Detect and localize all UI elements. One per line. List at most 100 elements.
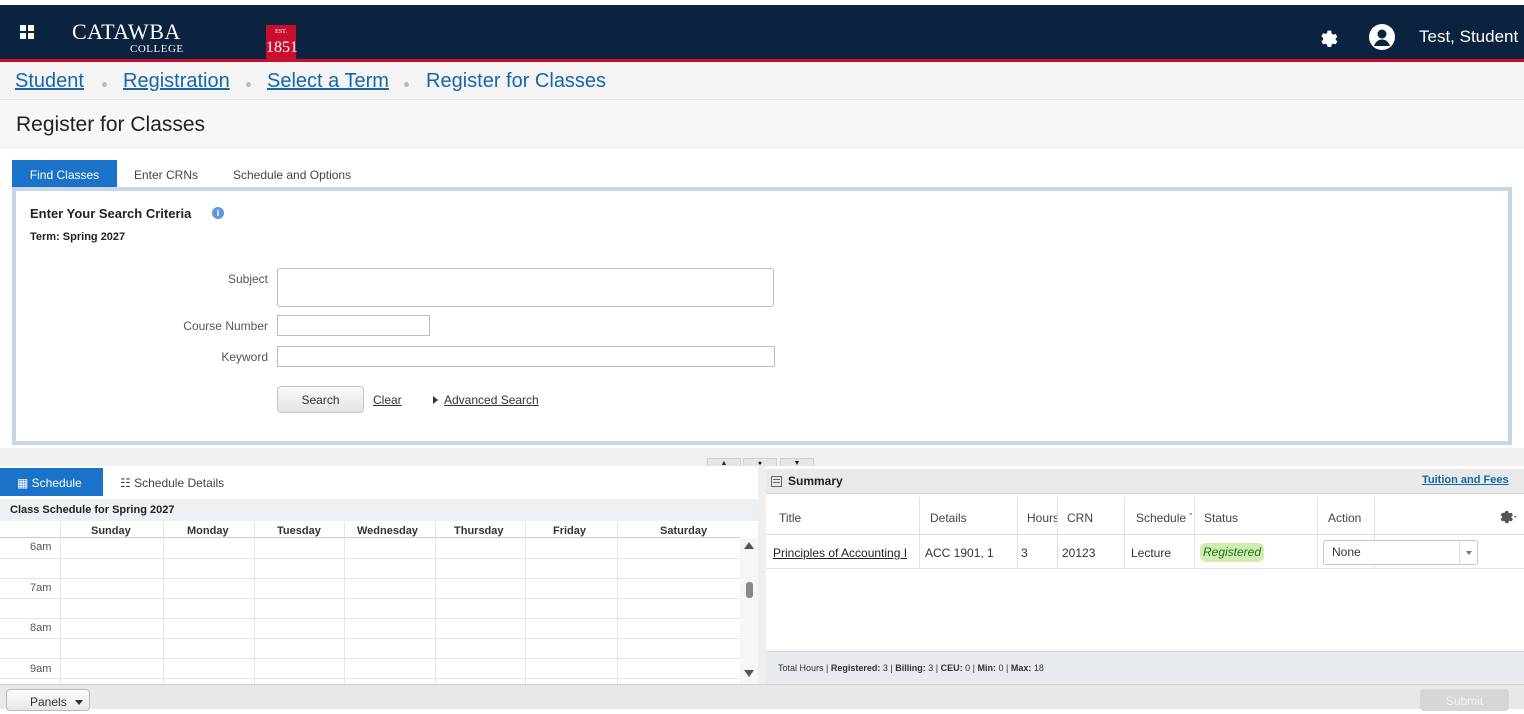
day-header: Tuesday bbox=[277, 525, 321, 537]
subject-label: Subject bbox=[227, 272, 268, 286]
course-details: ACC 1901, 1 bbox=[925, 546, 994, 560]
breadcrumb-select-term[interactable]: Select a Term bbox=[267, 70, 389, 93]
scroll-up-icon[interactable] bbox=[744, 542, 754, 549]
keyword-label: Keyword bbox=[221, 350, 268, 364]
tab-find-classes[interactable]: Find Classes bbox=[12, 160, 117, 187]
course-crn: 20123 bbox=[1062, 546, 1096, 560]
breadcrumb-registration[interactable]: Registration bbox=[123, 70, 230, 93]
grid-line bbox=[60, 522, 61, 684]
tab-enter-crns[interactable]: Enter CRNs bbox=[134, 160, 198, 187]
advanced-search-link[interactable]: Advanced Search bbox=[444, 393, 539, 407]
breadcrumb-current: Register for Classes bbox=[426, 70, 607, 92]
course-title-link[interactable]: Principles of Accounting I bbox=[773, 546, 907, 560]
grid-line bbox=[0, 558, 740, 559]
grid-line bbox=[0, 578, 740, 579]
column-header-details[interactable]: Details bbox=[930, 511, 1010, 525]
course-number-input[interactable] bbox=[277, 315, 430, 336]
gear-icon[interactable] bbox=[1316, 26, 1338, 48]
tab-schedule-options[interactable]: Schedule and Options bbox=[233, 160, 351, 187]
grid-line bbox=[254, 522, 255, 684]
search-heading: Enter Your Search Criteria bbox=[30, 206, 192, 221]
schedule-scrollbar[interactable] bbox=[740, 538, 758, 684]
min-value: 0 bbox=[998, 663, 1004, 673]
panel-divider[interactable] bbox=[758, 466, 766, 684]
college-logo[interactable]: CATAWBA COLLEGE EST. 1851 bbox=[72, 19, 298, 63]
action-select-value: None bbox=[1332, 545, 1361, 559]
advanced-search-arrow-icon[interactable] bbox=[433, 396, 438, 404]
user-avatar-icon[interactable] bbox=[1369, 24, 1395, 50]
breadcrumb-separator bbox=[102, 82, 107, 87]
day-header: Wednesday bbox=[357, 525, 418, 537]
grid-line bbox=[344, 522, 345, 684]
tab-schedule-details[interactable]: ☷ Schedule Details bbox=[120, 468, 224, 496]
info-icon[interactable]: i bbox=[212, 207, 224, 219]
logo-sub: COLLEGE bbox=[130, 43, 184, 55]
logo-est: EST. bbox=[275, 29, 287, 35]
breadcrumb-student[interactable]: Student bbox=[15, 70, 84, 93]
billing-value: 3 bbox=[928, 663, 934, 673]
grid-menu-icon[interactable] bbox=[20, 25, 34, 39]
column-header-status[interactable]: Status bbox=[1204, 511, 1304, 525]
breadcrumb-separator bbox=[404, 82, 409, 87]
column-header-crn[interactable]: CRN bbox=[1067, 511, 1117, 525]
table-settings-gear-icon[interactable] bbox=[1497, 507, 1519, 525]
registered-label: Registered: bbox=[830, 663, 881, 673]
course-hours: 3 bbox=[1021, 546, 1028, 560]
search-panel bbox=[12, 187, 1512, 445]
title-bar bbox=[0, 101, 1524, 148]
app-header: CATAWBA COLLEGE EST. 1851 Test, Student bbox=[0, 5, 1524, 63]
registered-value: 3 bbox=[882, 663, 888, 673]
status-badge: Registered bbox=[1200, 543, 1264, 562]
day-header: Saturday bbox=[660, 525, 708, 537]
class-schedule-title: Class Schedule for Spring 2027 bbox=[0, 499, 762, 521]
billing-label: Billing: bbox=[895, 663, 926, 673]
tab-schedule-label: Schedule bbox=[31, 476, 82, 490]
hour-label: 8am bbox=[30, 622, 52, 634]
day-header-row: Sunday Monday Tuesday Wednesday Thursday… bbox=[0, 522, 740, 538]
grid-line bbox=[617, 522, 618, 684]
day-header: Sunday bbox=[91, 525, 131, 537]
scroll-down-icon[interactable] bbox=[744, 670, 754, 677]
action-select[interactable]: None bbox=[1323, 540, 1478, 565]
column-header-hours[interactable]: Hours bbox=[1027, 511, 1057, 525]
term-label: Term: Spring 2027 bbox=[30, 231, 126, 243]
column-header-title[interactable]: Title bbox=[779, 511, 909, 525]
totals-prefix: Total Hours | bbox=[778, 663, 829, 673]
grid-line bbox=[0, 678, 740, 679]
keyword-input[interactable] bbox=[277, 346, 775, 367]
breadcrumb-separator bbox=[246, 82, 251, 87]
grid-line bbox=[163, 522, 164, 684]
hour-label: 7am bbox=[30, 582, 52, 594]
column-header-schedule-type[interactable]: Schedule Type bbox=[1136, 511, 1192, 525]
logo-name: CATAWBA bbox=[72, 19, 181, 44]
footer-bar bbox=[0, 684, 1524, 709]
course-number-label: Course Number bbox=[183, 319, 268, 333]
scroll-thumb[interactable] bbox=[746, 582, 753, 598]
max-value: 18 bbox=[1033, 663, 1044, 673]
tuition-fees-link[interactable]: Tuition and Fees bbox=[1422, 474, 1509, 486]
page-title: Register for Classes bbox=[16, 113, 206, 136]
submit-button[interactable]: Submit bbox=[1420, 689, 1509, 711]
search-button[interactable]: Search bbox=[277, 386, 364, 413]
panels-button[interactable]: Panels bbox=[6, 689, 90, 711]
summary-title: Summary bbox=[788, 474, 843, 488]
breadcrumb: Student Registration Select a Term Regis… bbox=[0, 62, 1524, 100]
min-label: Min: bbox=[977, 663, 997, 673]
grid-line bbox=[0, 638, 740, 639]
grid-line bbox=[435, 522, 436, 684]
calendar-icon: ▦ bbox=[17, 476, 32, 490]
hour-label: 9am bbox=[30, 663, 52, 675]
grid-line bbox=[525, 522, 526, 684]
ceu-value: 0 bbox=[965, 663, 971, 673]
summary-icon bbox=[771, 476, 782, 487]
column-header-action[interactable]: Action bbox=[1328, 511, 1408, 525]
hour-label: 6am bbox=[30, 541, 52, 553]
chevron-down-icon[interactable] bbox=[1459, 541, 1477, 564]
subject-input[interactable] bbox=[277, 268, 774, 307]
clear-link[interactable]: Clear bbox=[373, 393, 402, 407]
summary-header bbox=[766, 469, 1524, 494]
user-name[interactable]: Test, Student bbox=[1419, 27, 1518, 47]
tab-schedule-details-label: Schedule Details bbox=[134, 476, 225, 490]
max-label: Max: bbox=[1010, 663, 1032, 673]
tab-schedule[interactable]: ▦ Schedule bbox=[0, 468, 103, 496]
